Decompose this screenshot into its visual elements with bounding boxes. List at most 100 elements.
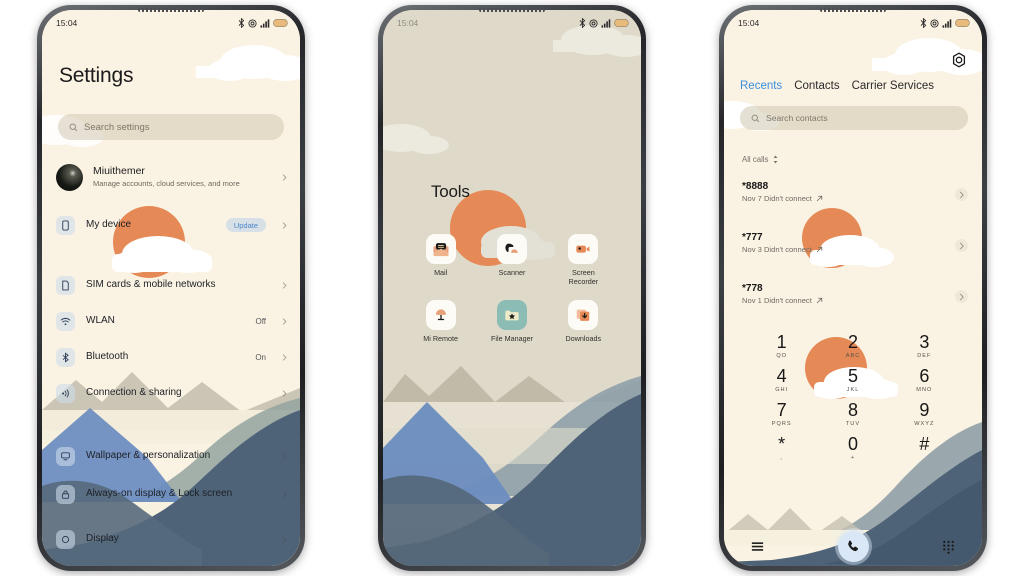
dialpad-key-6[interactable]: 6 MNO xyxy=(889,366,960,394)
app-label: Mail xyxy=(434,268,448,277)
app-mail[interactable]: Mail xyxy=(405,234,476,286)
dialpad-digit: 9 xyxy=(919,400,930,420)
sort-icon xyxy=(774,155,778,164)
sim-icon xyxy=(56,275,75,295)
dialpad-key-4[interactable]: 4 GHI xyxy=(746,366,817,394)
dialpad-key-0[interactable]: 0 + xyxy=(817,434,888,462)
tab-carrier-services[interactable]: Carrier Services xyxy=(852,80,934,92)
dialpad-key-5[interactable]: 5 JKL xyxy=(817,366,888,394)
call-log-row[interactable]: *778 Nov 1 Didn't connect xyxy=(742,282,968,306)
scanner-icon xyxy=(496,234,527,264)
account-subtitle: Manage accounts, cloud services, and mor… xyxy=(93,179,240,188)
dialpad-key-1[interactable]: 1 QO xyxy=(746,332,817,360)
status-bar-dialer: 15:04 xyxy=(724,10,982,32)
downloads-icon xyxy=(568,300,599,330)
mail-icon xyxy=(425,234,456,264)
call-number: *777 xyxy=(742,232,763,243)
app-label: File Manager xyxy=(491,334,533,343)
search-contacts-input[interactable]: Search contacts xyxy=(740,106,968,130)
phone-home-tools: 15:04 Tools Mail Scanner Screen Recorder… xyxy=(378,5,646,571)
app-mi-remote[interactable]: Mi Remote xyxy=(405,300,476,343)
screenshot-stage: 15:04 Settings Search settings Miuitheme… xyxy=(0,0,1024,576)
chevron-right-icon[interactable] xyxy=(955,188,968,201)
app-label: Scanner xyxy=(498,268,526,277)
bluetooth-icon xyxy=(579,18,586,28)
page-title: Settings xyxy=(59,64,134,87)
sidebar-item-bluetooth[interactable]: Bluetooth On xyxy=(56,342,288,372)
outgoing-arrow-icon xyxy=(816,195,823,202)
sidebar-item-sim-cards[interactable]: SIM cards & mobile networks xyxy=(56,270,288,300)
dialpad-digit: * xyxy=(778,434,786,454)
sidebar-item-wlan[interactable]: WLAN Off xyxy=(56,306,288,336)
chevron-right-icon[interactable] xyxy=(955,290,968,303)
dnd-icon xyxy=(930,18,939,28)
menu-icon[interactable] xyxy=(750,539,765,554)
call-log-row[interactable]: *777 Nov 3 Didn't connect xyxy=(742,231,968,255)
battery-icon xyxy=(955,19,970,27)
dialpad-digit: 8 xyxy=(847,400,858,420)
search-icon xyxy=(751,114,760,122)
search-settings-input[interactable]: Search settings xyxy=(58,114,284,140)
sidebar-item-wallpaper[interactable]: Wallpaper & personalization xyxy=(56,441,288,471)
app-downloads[interactable]: Downloads xyxy=(548,300,619,343)
dialpad-key-star[interactable]: *, xyxy=(746,434,817,462)
dnd-icon xyxy=(248,18,257,28)
call-log-row[interactable]: *8888 Nov 7 Didn't connect xyxy=(742,180,968,204)
call-number: *8888 xyxy=(742,181,769,192)
wifi-icon xyxy=(56,311,75,331)
lock-icon xyxy=(56,484,75,504)
dialpad-key-2[interactable]: 2 ABC xyxy=(817,332,888,360)
dialpad-key-7[interactable]: 7 PQRS xyxy=(746,400,817,428)
sidebar-item-label: Always-on display & Lock screen xyxy=(86,488,233,499)
dialpad-sub: + xyxy=(850,455,856,461)
tab-contacts[interactable]: Contacts xyxy=(794,80,839,92)
dialpad-digit: 2 xyxy=(847,332,858,352)
dialpad-key-3[interactable]: 3 DEF xyxy=(889,332,960,360)
sidebar-item-always-on-display[interactable]: Always-on display & Lock screen xyxy=(56,476,288,512)
dnd-icon xyxy=(589,18,598,28)
dialpad-digit: 5 xyxy=(847,366,858,386)
screen-tools: 15:04 Tools Mail Scanner Screen Recorder… xyxy=(383,10,641,566)
call-number: *778 xyxy=(742,283,763,294)
earpiece-speaker xyxy=(820,8,886,12)
chevron-right-icon[interactable] xyxy=(955,239,968,252)
status-badge[interactable]: Update xyxy=(225,218,266,232)
call-filter[interactable]: All calls xyxy=(742,155,779,164)
sidebar-item-connection-sharing[interactable]: Connection & sharing xyxy=(56,378,288,408)
sidebar-item-my-device[interactable]: My device Update xyxy=(56,210,288,240)
status-icons xyxy=(920,18,970,28)
sidebar-item-value: On xyxy=(255,352,266,362)
dialpad-sub: QO xyxy=(776,353,788,359)
call-filter-label: All calls xyxy=(742,155,769,164)
dialpad-digit: 6 xyxy=(919,366,930,386)
battery-icon xyxy=(273,19,288,27)
account-row[interactable]: Miuithemer Manage accounts, cloud servic… xyxy=(56,159,288,195)
keypad-icon[interactable] xyxy=(941,539,956,554)
app-file-manager[interactable]: File Manager xyxy=(476,300,547,343)
call-button[interactable] xyxy=(837,530,869,562)
call-meta-text: Nov 1 Didn't connect xyxy=(742,296,812,305)
settings-content: Settings Search settings Miuithemer Mana… xyxy=(42,10,300,566)
status-bar-tools: 15:04 xyxy=(383,10,641,32)
call-meta: Nov 3 Didn't connect xyxy=(742,244,968,255)
sidebar-item-display[interactable]: Display xyxy=(56,524,288,554)
dialpad-key-9[interactable]: 9 WXYZ xyxy=(889,400,960,428)
signal-icon xyxy=(942,18,952,28)
chevron-right-icon xyxy=(282,389,287,397)
bluetooth-icon xyxy=(56,347,75,367)
gear-icon[interactable] xyxy=(951,52,967,68)
app-screen-recorder[interactable]: Screen Recorder xyxy=(548,234,619,286)
dialpad-key-hash[interactable]: # xyxy=(889,434,960,462)
dialpad-sub: DEF xyxy=(917,353,932,359)
app-scanner[interactable]: Scanner xyxy=(476,234,547,286)
chevron-right-icon xyxy=(282,353,287,361)
chevron-right-icon xyxy=(282,173,287,181)
screen-settings: 15:04 Settings Search settings Miuitheme… xyxy=(42,10,300,566)
dialpad-sub: PQRS xyxy=(771,421,792,427)
dialpad-digit: 3 xyxy=(919,332,930,352)
tab-recents[interactable]: Recents xyxy=(740,80,782,92)
dialpad-sub: JKL xyxy=(846,387,860,393)
dialpad-key-8[interactable]: 8 TUV xyxy=(817,400,888,428)
status-bar-settings: 15:04 xyxy=(42,10,300,32)
chevron-right-icon xyxy=(282,452,287,460)
